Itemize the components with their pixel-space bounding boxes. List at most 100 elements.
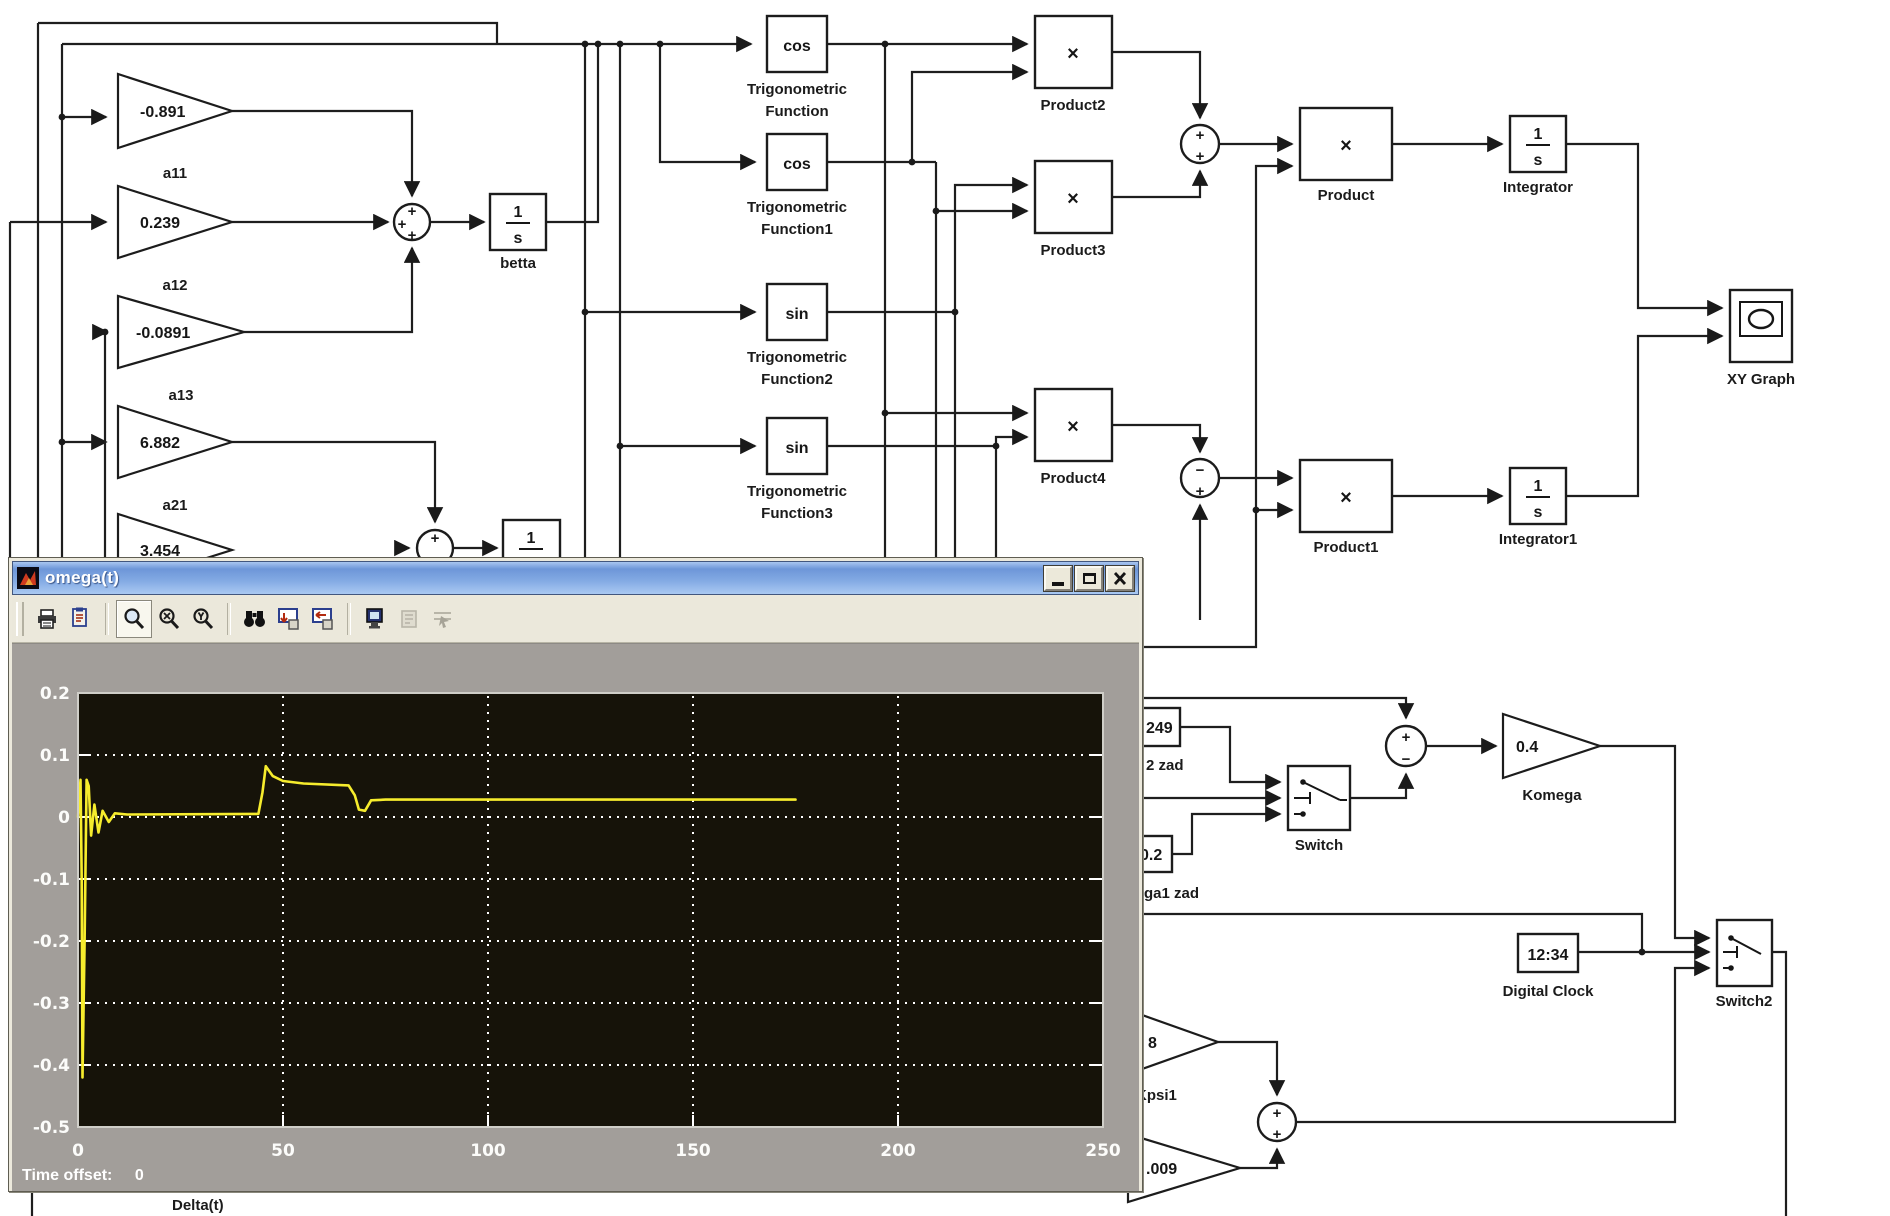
product3-label: Product3 (1040, 242, 1105, 259)
sum-sign: + (1273, 1105, 1282, 1122)
gain-a21[interactable]: 6.882 a21 (118, 406, 232, 514)
sum-5[interactable]: + − (1386, 726, 1426, 768)
gain-komega[interactable]: 0.4 Komega (1503, 714, 1600, 804)
x-tick-label: 150 (675, 1141, 711, 1161)
multiply-icon: × (1067, 43, 1079, 65)
trig-function1[interactable]: cos Trigonometric Function1 (747, 134, 847, 238)
trig-label: Trigonometric (747, 81, 847, 98)
integrator-label: Integrator (1503, 179, 1573, 196)
sum-6[interactable]: + + (1258, 1103, 1296, 1143)
sum-betta[interactable]: + + + (394, 203, 430, 244)
gain-kpsi1-value: 8 (1148, 1035, 1157, 1052)
y-tick-label: 0 (58, 808, 70, 828)
product2[interactable]: × Product2 (1035, 16, 1112, 114)
gain-009[interactable]: .009 (1128, 1134, 1240, 1202)
sum-sign: + (431, 530, 440, 547)
xy-graph[interactable]: XY Graph (1727, 290, 1795, 388)
plot-background (78, 693, 1103, 1127)
y-tick-label: 0.1 (40, 746, 70, 766)
copy-button[interactable] (64, 601, 98, 637)
trig-label: Trigonometric (747, 199, 847, 216)
constant-value: 0.2 (1140, 847, 1162, 864)
lock-axes-button[interactable] (392, 601, 426, 637)
integrator-betta[interactable]: 1 s betta (490, 194, 546, 272)
time-offset-value: 0 (135, 1167, 144, 1184)
digital-clock[interactable]: 12:34 Digital Clock (1503, 934, 1595, 1000)
product1-label: Product1 (1313, 539, 1378, 556)
title-bar[interactable]: omega(t) (12, 561, 1139, 595)
toolbar-separator (347, 603, 351, 635)
toolbar-separator (227, 603, 231, 635)
switch2[interactable]: Switch2 (1716, 920, 1773, 1010)
product4[interactable]: × Product4 (1035, 389, 1112, 487)
copy-icon (69, 607, 93, 631)
y-tick-label: -0.5 (33, 1118, 70, 1138)
close-icon (1113, 572, 1127, 585)
trig-label: Function1 (761, 221, 833, 238)
sum-4[interactable]: − + (1181, 459, 1219, 500)
x-tick-label: 250 (1085, 1141, 1121, 1161)
zoom-y-button[interactable] (186, 601, 220, 637)
gain-komega-value: 0.4 (1516, 739, 1538, 756)
restore-axes-icon (310, 606, 336, 632)
digital-clock-value: 12:34 (1528, 947, 1569, 964)
product4-label: Product4 (1040, 470, 1106, 487)
product1[interactable]: × Product1 (1300, 460, 1392, 556)
sum-sign: + (398, 216, 407, 233)
switch[interactable]: Switch (1288, 766, 1350, 854)
x-tick-label: 0 (72, 1141, 84, 1161)
restore-axes-button[interactable] (306, 601, 340, 637)
zoom-button[interactable] (116, 600, 152, 638)
sum-sign: + (408, 203, 417, 220)
trig-label: Trigonometric (747, 349, 847, 366)
constant-label: 2 zad (1146, 757, 1184, 774)
sum-3[interactable]: + + (1181, 125, 1219, 165)
print-icon (35, 607, 59, 631)
close-button[interactable] (1106, 566, 1134, 591)
num: 1 (1534, 478, 1543, 495)
integrator[interactable]: 1 s Integrator (1503, 116, 1573, 196)
zoom-y-icon (190, 606, 216, 632)
trig-function3[interactable]: sin Trigonometric Function3 (747, 418, 847, 522)
toolbar (12, 596, 1139, 643)
minimize-icon (1052, 582, 1064, 586)
constant-value: 249 (1146, 720, 1173, 737)
gain-a11[interactable]: -0.891 a11 (118, 74, 232, 182)
gain-a13-label: a13 (168, 387, 193, 404)
trig-function2[interactable]: sin Trigonometric Function2 (747, 284, 847, 388)
product[interactable]: × Product (1300, 108, 1392, 204)
product3[interactable]: × Product3 (1035, 161, 1112, 259)
matlab-icon (17, 567, 39, 589)
product-label: Product (1318, 187, 1375, 204)
gain-a13[interactable]: -0.0891 a13 (118, 296, 244, 404)
print-button[interactable] (30, 601, 64, 637)
gain-a12[interactable]: 0.239 a12 (118, 186, 232, 294)
floating-scope-button[interactable] (358, 601, 392, 637)
y-tick-label: -0.1 (33, 870, 70, 890)
signal-selection-icon (431, 607, 455, 631)
num: 1 (1534, 126, 1543, 143)
signal-selection-button[interactable] (426, 601, 460, 637)
y-tick-label: -0.4 (33, 1056, 70, 1076)
maximize-button[interactable] (1075, 566, 1103, 591)
trig-label: Trigonometric (747, 483, 847, 500)
switch2-label: Switch2 (1716, 993, 1773, 1010)
zoom-x-button[interactable] (152, 601, 186, 637)
sum-sign: + (1196, 127, 1205, 144)
window-title: omega(t) (45, 568, 119, 588)
toolbar-separator (105, 603, 109, 635)
sum-sign: + (1402, 729, 1411, 746)
find-button[interactable] (238, 601, 272, 637)
gain-komega-label: Komega (1522, 787, 1582, 804)
gain-009-value: .009 (1146, 1161, 1177, 1178)
integrator1[interactable]: 1 s Integrator1 (1499, 468, 1577, 548)
num: 1 (527, 530, 536, 547)
toolbar-grip[interactable] (16, 602, 24, 636)
y-tick-label: -0.3 (33, 994, 70, 1014)
product2-label: Product2 (1040, 97, 1105, 114)
minimize-button[interactable] (1044, 566, 1072, 591)
trig-function[interactable]: cos Trigonometric Function (747, 16, 847, 120)
save-axes-button[interactable] (272, 601, 306, 637)
multiply-icon: × (1340, 487, 1352, 509)
x-tick-label: 100 (470, 1141, 506, 1161)
